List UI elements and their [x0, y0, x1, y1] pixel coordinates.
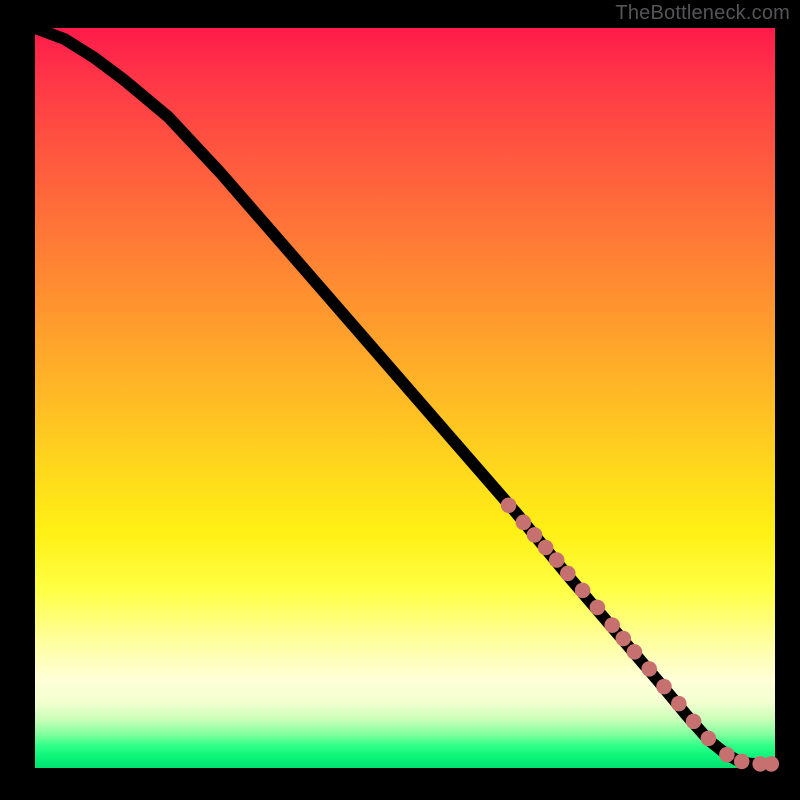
data-point [719, 747, 735, 763]
data-point [641, 661, 657, 677]
chart-frame: TheBottleneck.com [0, 0, 800, 800]
data-point [701, 731, 717, 747]
data-point [501, 498, 517, 514]
data-point [671, 696, 687, 712]
data-point [656, 679, 672, 695]
data-point [616, 631, 632, 647]
bottleneck-curve [35, 28, 775, 764]
data-point [686, 714, 702, 730]
data-point [734, 754, 750, 770]
data-point [604, 617, 620, 633]
chart-svg [35, 28, 775, 768]
data-point [560, 566, 576, 582]
data-point [590, 600, 606, 616]
plot-area [35, 28, 775, 768]
data-point [575, 583, 591, 599]
data-point [527, 527, 543, 543]
watermark-text: TheBottleneck.com [615, 2, 790, 25]
data-point [549, 552, 565, 568]
data-point [764, 756, 780, 772]
data-point [538, 540, 554, 556]
data-point [516, 515, 532, 531]
data-point [627, 644, 643, 660]
